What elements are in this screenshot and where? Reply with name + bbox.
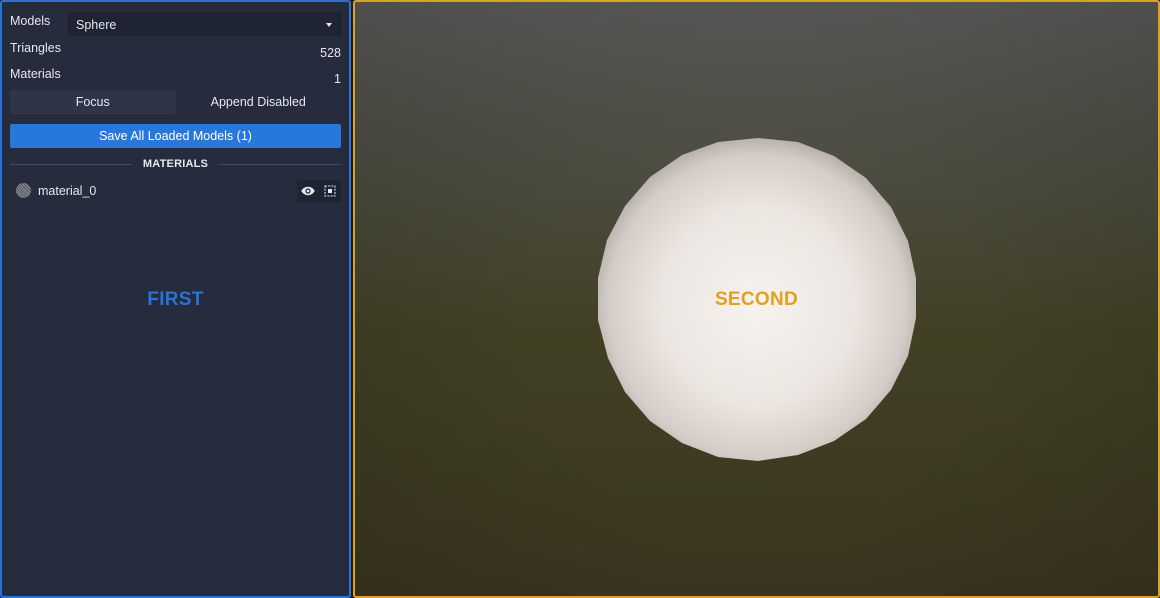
triangles-row: Triangles 528	[10, 41, 341, 61]
models-selected-value: Sphere	[76, 18, 117, 32]
app-root: Models Sphere Triangles 528 Materials 1 …	[0, 0, 1160, 598]
material-list-item[interactable]: material_0	[10, 180, 341, 202]
triangles-value: 528	[320, 46, 341, 60]
materials-divider: MATERIALS	[10, 156, 341, 172]
select-icon	[324, 185, 336, 197]
chevron-down-icon	[326, 23, 332, 27]
models-dropdown[interactable]: Sphere	[68, 12, 341, 36]
action-buttons: Focus Append Disabled	[10, 90, 341, 114]
material-sphere-icon	[16, 183, 31, 198]
models-label: Models	[10, 14, 51, 28]
material-name: material_0	[38, 184, 97, 198]
materials-label: Materials	[10, 67, 61, 81]
eye-icon	[301, 186, 315, 196]
models-row: Models Sphere	[10, 12, 341, 36]
focus-button[interactable]: Focus	[10, 90, 176, 114]
first-overlay-label: FIRST	[147, 289, 204, 310]
toggle-visibility-button[interactable]	[297, 180, 319, 202]
append-disabled-button[interactable]: Append Disabled	[175, 90, 341, 114]
materials-heading: MATERIALS	[142, 158, 209, 170]
materials-row: Materials 1	[10, 67, 341, 87]
save-all-models-button[interactable]: Save All Loaded Models (1)	[10, 124, 341, 148]
materials-value: 1	[334, 72, 341, 86]
triangles-label: Triangles	[10, 41, 61, 55]
side-panel: Models Sphere Triangles 528 Materials 1 …	[0, 0, 351, 598]
divider-line-left	[10, 163, 132, 165]
divider-line-right	[219, 163, 341, 165]
second-overlay-label: SECOND	[714, 289, 799, 310]
3d-viewport[interactable]: SECOND	[353, 0, 1160, 598]
select-material-button[interactable]	[319, 180, 341, 202]
